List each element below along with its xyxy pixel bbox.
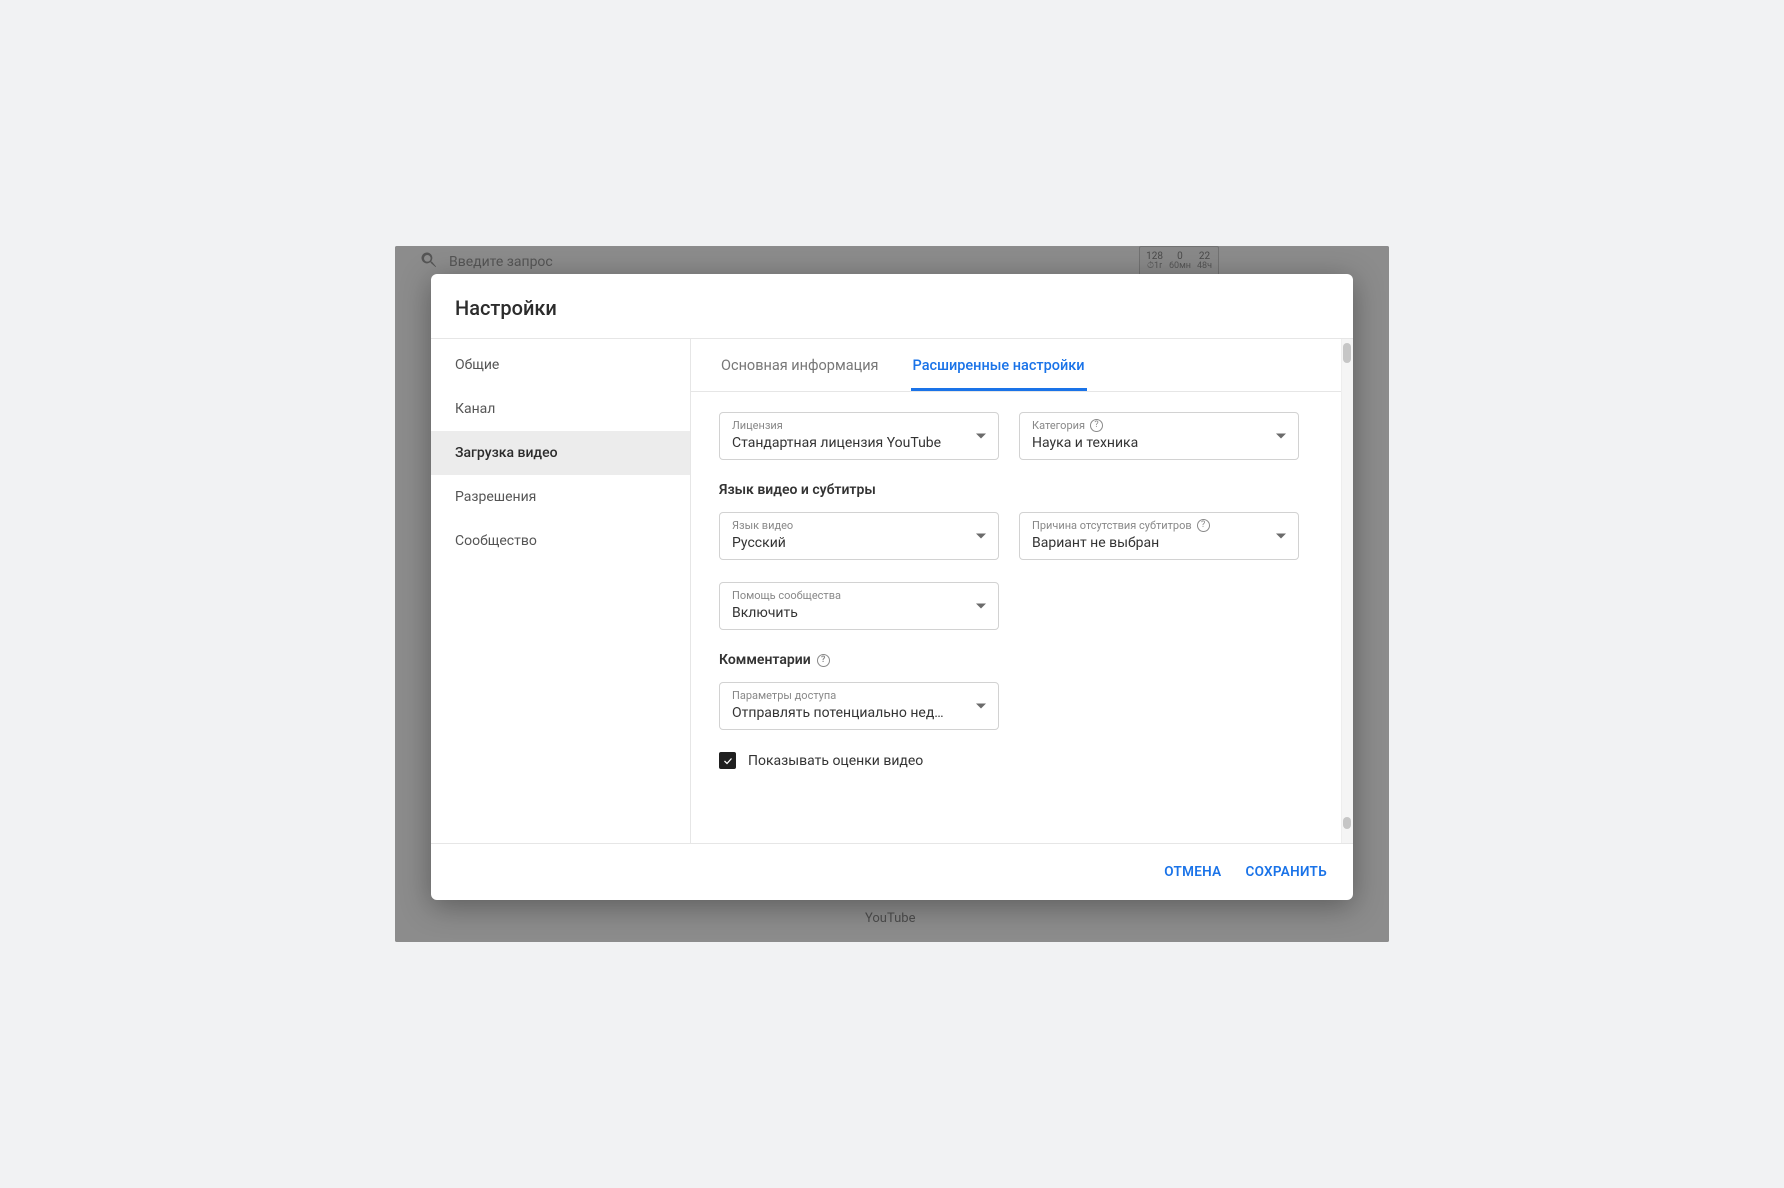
chevron-down-icon	[976, 604, 986, 609]
show-ratings-checkbox-row[interactable]: Показывать оценки видео	[719, 752, 1325, 769]
category-label: Категория ?	[1032, 419, 1286, 432]
sidebar-item-channel[interactable]: Канал	[431, 387, 690, 431]
tab-basic-info[interactable]: Основная информация	[719, 339, 881, 391]
category-value: Наука и техника	[1032, 435, 1286, 451]
tab-advanced-settings[interactable]: Расширенные настройки	[911, 339, 1087, 391]
checkbox-checked-icon[interactable]	[719, 752, 736, 769]
settings-content: Основная информация Расширенные настройк…	[691, 339, 1353, 843]
scrollbar-thumb[interactable]	[1343, 343, 1351, 363]
cancel-button[interactable]: ОТМЕНА	[1160, 858, 1225, 886]
content-scroll-area[interactable]: Основная информация Расширенные настройк…	[691, 339, 1353, 843]
subtitle-reason-value: Вариант не выбран	[1032, 535, 1286, 551]
help-icon[interactable]: ?	[1090, 419, 1103, 432]
access-params-select[interactable]: Параметры доступа Отправлять потенциальн…	[719, 682, 999, 730]
license-label: Лицензия	[732, 419, 986, 432]
show-ratings-label: Показывать оценки видео	[748, 753, 923, 769]
community-help-value: Включить	[732, 605, 986, 621]
scrollbar-thumb-lower[interactable]	[1343, 817, 1351, 829]
help-icon[interactable]: ?	[817, 654, 830, 667]
subtitle-reason-label: Причина отсутствия субтитров ?	[1032, 519, 1286, 532]
chevron-down-icon	[1276, 534, 1286, 539]
chevron-down-icon	[976, 434, 986, 439]
video-language-select[interactable]: Язык видео Русский	[719, 512, 999, 560]
modal-body: Общие Канал Загрузка видео Разрешения Со…	[431, 339, 1353, 843]
community-help-select[interactable]: Помощь сообщества Включить	[719, 582, 999, 630]
chevron-down-icon	[976, 704, 986, 709]
settings-sidebar: Общие Канал Загрузка видео Разрешения Со…	[431, 339, 691, 843]
license-select[interactable]: Лицензия Стандартная лицензия YouTube	[719, 412, 999, 460]
license-value: Стандартная лицензия YouTube	[732, 435, 986, 451]
access-params-label: Параметры доступа	[732, 689, 986, 702]
settings-modal: Настройки Общие Канал Загрузка видео Раз…	[431, 274, 1353, 900]
help-icon[interactable]: ?	[1197, 519, 1210, 532]
subtitle-reason-select[interactable]: Причина отсутствия субтитров ? Вариант н…	[1019, 512, 1299, 560]
category-select[interactable]: Категория ? Наука и техника	[1019, 412, 1299, 460]
video-language-value: Русский	[732, 535, 986, 551]
access-params-value: Отправлять потенциально нед…	[732, 705, 986, 721]
video-language-label: Язык видео	[732, 519, 986, 532]
sidebar-item-general[interactable]: Общие	[431, 343, 690, 387]
chevron-down-icon	[1276, 434, 1286, 439]
content-tabs: Основная информация Расширенные настройк…	[691, 339, 1353, 392]
language-section-heading: Язык видео и субтитры	[719, 482, 1325, 498]
sidebar-item-upload[interactable]: Загрузка видео	[431, 431, 690, 475]
modal-header: Настройки	[431, 274, 1353, 339]
comments-section-heading: Комментарии ?	[719, 652, 1325, 668]
modal-footer: ОТМЕНА СОХРАНИТЬ	[431, 843, 1353, 900]
scrollbar-track[interactable]	[1341, 339, 1353, 843]
chevron-down-icon	[976, 534, 986, 539]
app-stage: Введите запрос 128⏱1r 060мн 2248ч о кана…	[395, 246, 1389, 942]
save-button[interactable]: СОХРАНИТЬ	[1241, 858, 1331, 886]
sidebar-item-community[interactable]: Сообщество	[431, 519, 690, 563]
modal-title: Настройки	[455, 296, 1329, 320]
community-help-label: Помощь сообщества	[732, 589, 986, 602]
sidebar-item-permissions[interactable]: Разрешения	[431, 475, 690, 519]
